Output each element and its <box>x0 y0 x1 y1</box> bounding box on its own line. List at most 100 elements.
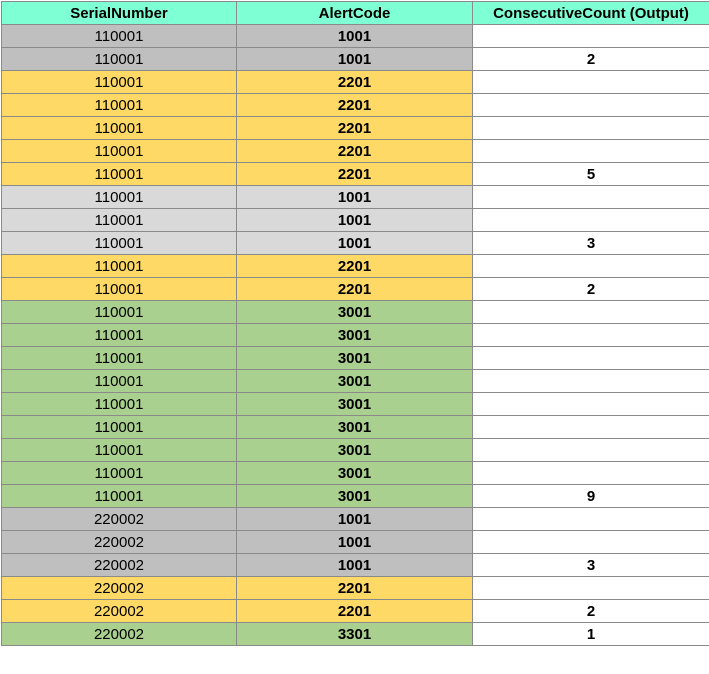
cell-consecutive-count[interactable] <box>473 370 709 393</box>
cell-consecutive-count[interactable] <box>473 577 709 600</box>
cell-serial-number[interactable]: 110001 <box>2 301 237 324</box>
cell-consecutive-count[interactable] <box>473 508 709 531</box>
cell-serial-number[interactable]: 110001 <box>2 232 237 255</box>
cell-consecutive-count[interactable]: 2 <box>473 48 709 71</box>
cell-alert-code[interactable]: 1001 <box>237 209 473 232</box>
table-row: 2200021001 <box>2 531 709 554</box>
cell-alert-code[interactable]: 1001 <box>237 48 473 71</box>
table-row: 11000130019 <box>2 485 709 508</box>
cell-consecutive-count[interactable]: 2 <box>473 600 709 623</box>
cell-serial-number[interactable]: 110001 <box>2 416 237 439</box>
cell-serial-number[interactable]: 220002 <box>2 531 237 554</box>
cell-consecutive-count[interactable] <box>473 531 709 554</box>
cell-alert-code[interactable]: 2201 <box>237 71 473 94</box>
cell-serial-number[interactable]: 110001 <box>2 278 237 301</box>
cell-consecutive-count[interactable] <box>473 140 709 163</box>
cell-consecutive-count[interactable] <box>473 255 709 278</box>
cell-alert-code[interactable]: 3001 <box>237 416 473 439</box>
cell-serial-number[interactable]: 110001 <box>2 255 237 278</box>
cell-serial-number[interactable]: 110001 <box>2 117 237 140</box>
cell-serial-number[interactable]: 110001 <box>2 347 237 370</box>
cell-consecutive-count[interactable] <box>473 209 709 232</box>
cell-serial-number[interactable]: 110001 <box>2 140 237 163</box>
table-row: 1100012201 <box>2 94 709 117</box>
table-row: 1100013001 <box>2 439 709 462</box>
cell-consecutive-count[interactable]: 5 <box>473 163 709 186</box>
cell-alert-code[interactable]: 1001 <box>237 508 473 531</box>
cell-alert-code[interactable]: 2201 <box>237 255 473 278</box>
cell-serial-number[interactable]: 110001 <box>2 25 237 48</box>
cell-alert-code[interactable]: 3001 <box>237 301 473 324</box>
cell-consecutive-count[interactable]: 1 <box>473 623 709 646</box>
cell-serial-number[interactable]: 110001 <box>2 94 237 117</box>
cell-alert-code[interactable]: 3001 <box>237 485 473 508</box>
table-row: 1100013001 <box>2 462 709 485</box>
cell-alert-code[interactable]: 3301 <box>237 623 473 646</box>
header-serial-number[interactable]: SerialNumber <box>2 2 237 25</box>
cell-alert-code[interactable]: 1001 <box>237 554 473 577</box>
cell-alert-code[interactable]: 3001 <box>237 462 473 485</box>
cell-serial-number[interactable]: 220002 <box>2 623 237 646</box>
cell-serial-number[interactable]: 110001 <box>2 439 237 462</box>
cell-serial-number[interactable]: 110001 <box>2 186 237 209</box>
table-row: 1100012201 <box>2 71 709 94</box>
cell-serial-number[interactable]: 110001 <box>2 71 237 94</box>
cell-consecutive-count[interactable] <box>473 301 709 324</box>
header-alert-code[interactable]: AlertCode <box>237 2 473 25</box>
cell-serial-number[interactable]: 110001 <box>2 48 237 71</box>
table-row: 11000110013 <box>2 232 709 255</box>
cell-consecutive-count[interactable] <box>473 71 709 94</box>
table-row: 22000233011 <box>2 623 709 646</box>
cell-alert-code[interactable]: 3001 <box>237 370 473 393</box>
cell-serial-number[interactable]: 110001 <box>2 370 237 393</box>
cell-consecutive-count[interactable] <box>473 347 709 370</box>
cell-consecutive-count[interactable]: 3 <box>473 554 709 577</box>
cell-consecutive-count[interactable] <box>473 393 709 416</box>
cell-alert-code[interactable]: 2201 <box>237 140 473 163</box>
header-row: SerialNumber AlertCode ConsecutiveCount … <box>2 2 709 25</box>
cell-alert-code[interactable]: 2201 <box>237 94 473 117</box>
cell-serial-number[interactable]: 110001 <box>2 462 237 485</box>
table-row: 1100013001 <box>2 416 709 439</box>
cell-alert-code[interactable]: 1001 <box>237 25 473 48</box>
cell-serial-number[interactable]: 220002 <box>2 600 237 623</box>
cell-serial-number[interactable]: 220002 <box>2 554 237 577</box>
cell-alert-code[interactable]: 2201 <box>237 600 473 623</box>
table-row: 2200022201 <box>2 577 709 600</box>
table-row: 1100011001 <box>2 209 709 232</box>
cell-alert-code[interactable]: 2201 <box>237 163 473 186</box>
cell-alert-code[interactable]: 3001 <box>237 324 473 347</box>
cell-consecutive-count[interactable] <box>473 25 709 48</box>
cell-consecutive-count[interactable] <box>473 439 709 462</box>
cell-consecutive-count[interactable]: 9 <box>473 485 709 508</box>
cell-consecutive-count[interactable] <box>473 324 709 347</box>
cell-alert-code[interactable]: 1001 <box>237 232 473 255</box>
cell-serial-number[interactable]: 220002 <box>2 508 237 531</box>
cell-serial-number[interactable]: 110001 <box>2 324 237 347</box>
cell-consecutive-count[interactable] <box>473 462 709 485</box>
cell-consecutive-count[interactable]: 2 <box>473 278 709 301</box>
alert-count-table: SerialNumber AlertCode ConsecutiveCount … <box>1 1 709 646</box>
cell-consecutive-count[interactable] <box>473 117 709 140</box>
cell-consecutive-count[interactable]: 3 <box>473 232 709 255</box>
table-row: 1100013001 <box>2 324 709 347</box>
cell-alert-code[interactable]: 2201 <box>237 577 473 600</box>
cell-serial-number[interactable]: 110001 <box>2 163 237 186</box>
cell-serial-number[interactable]: 110001 <box>2 485 237 508</box>
cell-alert-code[interactable]: 2201 <box>237 278 473 301</box>
cell-alert-code[interactable]: 3001 <box>237 393 473 416</box>
cell-alert-code[interactable]: 2201 <box>237 117 473 140</box>
cell-consecutive-count[interactable] <box>473 94 709 117</box>
cell-alert-code[interactable]: 1001 <box>237 186 473 209</box>
cell-serial-number[interactable]: 110001 <box>2 393 237 416</box>
table-row: 11000122012 <box>2 278 709 301</box>
cell-consecutive-count[interactable] <box>473 186 709 209</box>
table-row: 22000210013 <box>2 554 709 577</box>
cell-alert-code[interactable]: 1001 <box>237 531 473 554</box>
cell-alert-code[interactable]: 3001 <box>237 439 473 462</box>
cell-alert-code[interactable]: 3001 <box>237 347 473 370</box>
cell-serial-number[interactable]: 110001 <box>2 209 237 232</box>
cell-consecutive-count[interactable] <box>473 416 709 439</box>
header-consecutive-count[interactable]: ConsecutiveCount (Output) <box>473 2 709 25</box>
cell-serial-number[interactable]: 220002 <box>2 577 237 600</box>
